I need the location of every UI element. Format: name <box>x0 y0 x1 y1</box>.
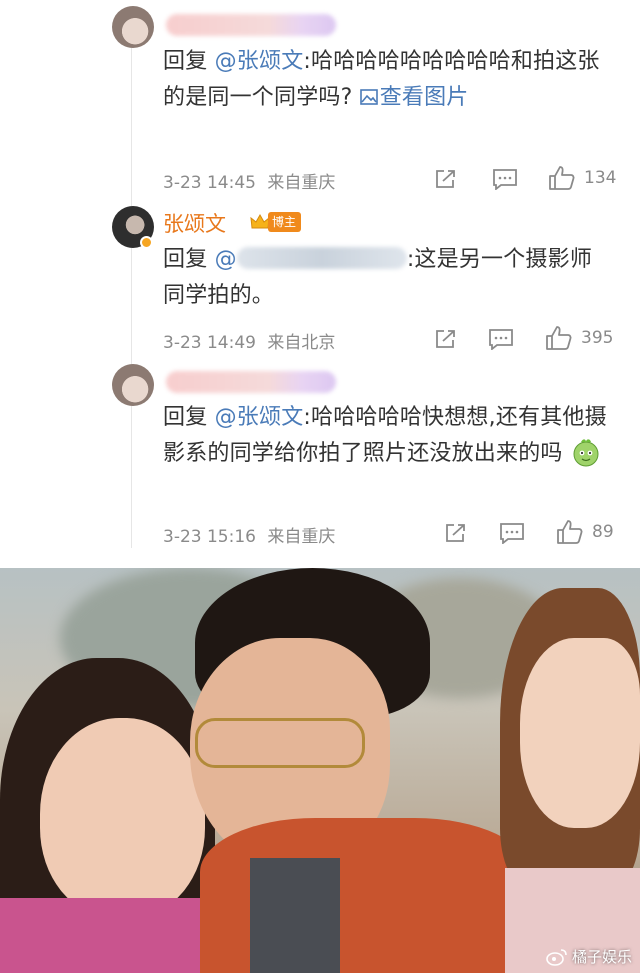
comment-button[interactable] <box>492 168 518 190</box>
share-button[interactable] <box>434 168 458 190</box>
author-name[interactable]: 张颂文 <box>163 208 226 238</box>
like-count: 134 <box>584 168 617 188</box>
like-icon <box>557 520 583 544</box>
share-icon <box>436 330 455 348</box>
comment-text: 回复 @张颂文:哈哈哈哈哈哈哈哈哈和拍这张的是同一个同学吗? 查看图片 <box>163 44 608 116</box>
attached-photo[interactable]: 橘子娱乐 <box>0 568 640 973</box>
comment-thread: 回复 @张颂文:哈哈哈哈哈哈哈哈哈和拍这张的是同一个同学吗? 查看图片 3-23… <box>0 0 640 568</box>
person-right-face <box>520 638 640 828</box>
person-left-face <box>40 718 205 918</box>
source-location: 来自北京 <box>267 333 336 353</box>
source-location: 来自重庆 <box>267 173 336 193</box>
person-left-shirt <box>0 898 200 973</box>
share-icon <box>446 524 465 542</box>
blurred-username[interactable] <box>166 371 336 393</box>
like-button[interactable]: 395 <box>545 325 613 351</box>
emoji-icon <box>573 439 599 467</box>
view-image-link[interactable]: 查看图片 <box>359 85 469 110</box>
share-icon <box>436 170 455 188</box>
comment-icon <box>489 329 513 350</box>
comment-meta: 3-23 14:49 来自北京 <box>163 328 335 353</box>
mention-link[interactable]: @ <box>215 247 237 272</box>
timestamp: 3-23 15:16 <box>163 527 256 547</box>
glasses <box>195 718 365 768</box>
comment-meta: 3-23 15:16 来自重庆 <box>163 522 335 547</box>
image-icon <box>359 89 378 105</box>
blurred-mention[interactable] <box>236 247 407 269</box>
like-icon <box>549 166 575 190</box>
timestamp: 3-23 14:49 <box>163 333 256 353</box>
reply-prefix: 回复 <box>163 405 208 430</box>
timestamp: 3-23 14:45 <box>163 173 256 193</box>
mention-link[interactable]: @张颂文 <box>215 49 304 74</box>
comment-icon <box>493 169 517 190</box>
verified-badge-icon <box>140 236 153 249</box>
reply-prefix: 回复 <box>163 247 208 272</box>
comment-button[interactable] <box>499 522 525 544</box>
comment-meta: 3-23 14:45 来自重庆 <box>163 168 335 193</box>
like-icon <box>546 326 572 350</box>
comment-1: 回复 @张颂文:哈哈哈哈哈哈哈哈哈和拍这张的是同一个同学吗? 查看图片 3-23… <box>0 0 640 200</box>
watermark-text: 橘子娱乐 <box>571 948 632 966</box>
comment-icon <box>500 523 524 544</box>
comment-2: 张颂文 博主 回复 @:这是另一个摄影师同学拍的。 3-23 14:49 来自北… <box>0 200 640 360</box>
blogger-badge: 博主 <box>268 212 302 232</box>
share-button[interactable] <box>434 328 458 350</box>
reply-prefix: 回复 <box>163 49 208 74</box>
watermark: 橘子娱乐 <box>546 946 632 967</box>
like-count: 395 <box>581 328 614 348</box>
avatar[interactable] <box>112 6 154 48</box>
avatar[interactable] <box>112 364 154 406</box>
comment-button[interactable] <box>488 328 514 350</box>
crown-icon <box>250 213 270 229</box>
like-count: 89 <box>592 522 614 542</box>
person-center-shirt <box>250 858 340 973</box>
comment-3: 回复 @张颂文:哈哈哈哈哈快想想,还有其他摄影系的同学给你拍了照片还没放出来的吗… <box>0 360 640 568</box>
like-button[interactable]: 134 <box>548 165 616 191</box>
share-button[interactable] <box>444 522 468 544</box>
blurred-username[interactable] <box>166 14 336 36</box>
like-button[interactable]: 89 <box>556 519 614 545</box>
source-location: 来自重庆 <box>267 527 336 547</box>
mention-link[interactable]: @张颂文 <box>215 405 304 430</box>
comment-text: 回复 @:这是另一个摄影师同学拍的。 <box>163 242 608 314</box>
weibo-icon <box>546 948 567 966</box>
comment-text: 回复 @张颂文:哈哈哈哈哈快想想,还有其他摄影系的同学给你拍了照片还没放出来的吗 <box>163 400 608 472</box>
